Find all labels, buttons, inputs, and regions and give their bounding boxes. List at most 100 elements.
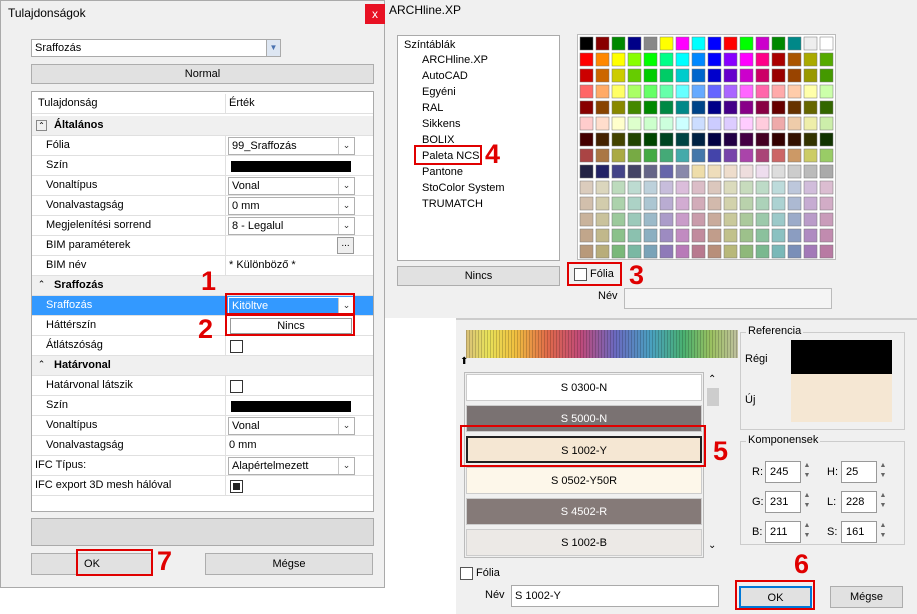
palette-swatch[interactable] [771,196,786,211]
palette-swatch[interactable] [803,84,818,99]
palette-swatch[interactable] [723,212,738,227]
palette-swatch[interactable] [787,180,802,195]
palette-swatch[interactable] [595,52,610,67]
palette-swatch[interactable] [627,228,642,243]
palette-swatch[interactable] [707,68,722,83]
palette-swatch[interactable] [675,132,690,147]
palette-swatch[interactable] [643,132,658,147]
object-type-dropdown[interactable]: Sraffozás ▼ [31,39,281,57]
palette-swatch[interactable] [819,196,834,211]
g-spinner-arrows[interactable]: ▲ ▼ [801,491,813,513]
palette-swatch[interactable] [675,244,690,259]
s-spinner-arrows[interactable]: ▲ ▼ [877,521,889,543]
palette-swatch[interactable] [819,180,834,195]
palette-swatch[interactable] [691,212,706,227]
palette-swatch[interactable] [771,180,786,195]
palette-swatch[interactable] [675,68,690,83]
palette-swatch[interactable] [787,228,802,243]
palette-swatch[interactable] [627,244,642,259]
palette-swatch[interactable] [627,148,642,163]
palette-swatch[interactable] [659,84,674,99]
boundary-linetype-combo[interactable]: Vonal ⌄ [228,417,355,435]
ncs-color-item[interactable]: S 0502-Y50R [466,467,702,494]
palette-swatch[interactable] [755,132,770,147]
palette-swatch[interactable] [659,68,674,83]
palette-swatch[interactable] [723,84,738,99]
palette-swatch[interactable] [659,180,674,195]
palette-swatch[interactable] [659,244,674,259]
palette-swatch[interactable] [595,36,610,51]
palette-swatch[interactable] [755,100,770,115]
row-color[interactable]: Szín [32,156,373,176]
palette-swatch[interactable] [723,148,738,163]
palette-swatch[interactable] [691,164,706,179]
palette-swatch[interactable] [595,148,610,163]
palette-swatch[interactable] [739,180,754,195]
palette-swatch[interactable] [787,164,802,179]
palette-swatch[interactable] [675,36,690,51]
palette-swatch[interactable] [659,100,674,115]
palette-swatch[interactable] [579,148,594,163]
palette-swatch[interactable] [675,148,690,163]
palette-swatch[interactable] [627,180,642,195]
palette-swatch[interactable] [643,196,658,211]
color-table-item[interactable]: ARCHline.XP [422,54,488,66]
palette-swatch[interactable] [659,52,674,67]
palette-swatch[interactable] [755,196,770,211]
palette-swatch[interactable] [579,84,594,99]
palette-swatch[interactable] [787,100,802,115]
palette-swatch[interactable] [771,52,786,67]
r-spinner[interactable]: 245 [765,461,801,483]
palette-swatch[interactable] [643,148,658,163]
palette-swatch[interactable] [819,228,834,243]
palette-swatch[interactable] [627,132,642,147]
color-table-item[interactable]: Egyéni [422,86,456,98]
palette-swatch[interactable] [675,100,690,115]
boundary-visible-checkbox[interactable] [230,380,243,393]
palette-swatch[interactable] [803,228,818,243]
palette-swatch[interactable] [579,52,594,67]
scroll-down-icon[interactable]: ⌄ [708,540,716,551]
palette-swatch[interactable] [579,164,594,179]
palette-swatch[interactable] [739,164,754,179]
r-spinner-arrows[interactable]: ▲ ▼ [801,461,813,483]
palette-swatch[interactable] [643,100,658,115]
palette-swatch[interactable] [803,164,818,179]
ifc-type-combo[interactable]: Alapértelmezett ⌄ [228,457,355,475]
palette-swatch[interactable] [819,68,834,83]
ncs-cancel-button[interactable]: Mégse [830,586,903,608]
ncs-color-item[interactable]: S 0300-N [466,374,702,401]
palette-swatch[interactable] [787,244,802,259]
cancel-button[interactable]: Mégse [205,553,373,575]
palette-swatch[interactable] [803,68,818,83]
palette-swatch[interactable] [595,212,610,227]
ncs-color-item[interactable]: S 1002-B [466,529,702,556]
row-ifc-mesh[interactable]: IFC export 3D mesh hálóval [32,476,373,496]
palette-swatch[interactable] [579,244,594,259]
palette-swatch[interactable] [659,132,674,147]
palette-swatch[interactable] [627,196,642,211]
color-table-item[interactable]: RAL [422,102,443,114]
palette-swatch[interactable] [611,228,626,243]
palette-swatch[interactable] [595,164,610,179]
row-boundary-linetype[interactable]: Vonaltípus Vonal ⌄ [32,416,373,436]
palette-swatch[interactable] [691,36,706,51]
palette-swatch[interactable] [643,164,658,179]
palette-swatch[interactable] [787,132,802,147]
palette-swatch[interactable] [787,68,802,83]
b-spinner[interactable]: 211 [765,521,801,543]
palette-swatch[interactable] [755,164,770,179]
palette-swatch[interactable] [787,52,802,67]
palette-swatch[interactable] [627,164,642,179]
palette-swatch[interactable] [691,100,706,115]
palette-swatch[interactable] [771,212,786,227]
palette-swatch[interactable] [691,196,706,211]
palette-swatch[interactable] [755,52,770,67]
palette-swatch[interactable] [739,244,754,259]
palette-swatch[interactable] [643,36,658,51]
palette-swatch[interactable] [643,84,658,99]
palette-swatch[interactable] [723,228,738,243]
color-table-item[interactable]: StoColor System [422,182,505,194]
color-table-item[interactable]: TRUMATCH [422,198,483,210]
palette-swatch[interactable] [723,132,738,147]
